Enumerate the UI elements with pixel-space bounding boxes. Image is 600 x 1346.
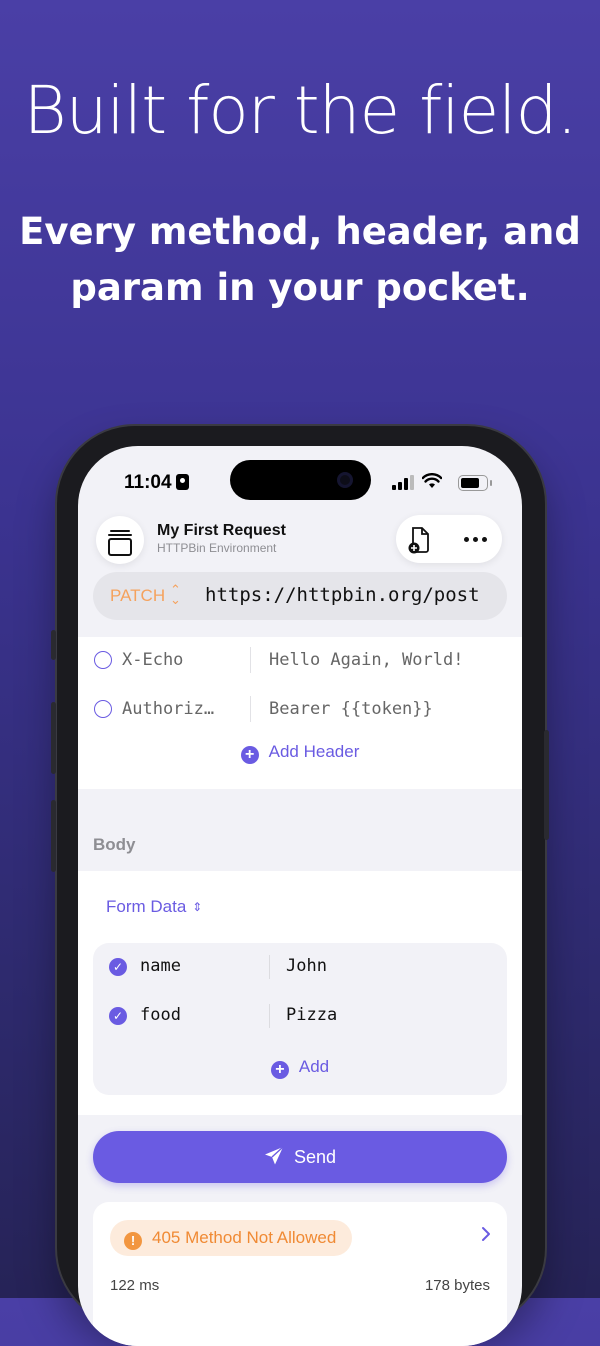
send-label: Send	[293, 1147, 337, 1167]
phone-volume-down	[51, 800, 56, 872]
checkmark-icon[interactable]: ✓	[109, 1007, 127, 1025]
status-time-text: 11:04	[124, 472, 172, 493]
add-param-label: Add	[298, 1057, 330, 1076]
collections-button[interactable]	[96, 516, 144, 564]
add-header-label: Add Header	[268, 742, 360, 761]
method-chevron-icon: ⌃ ⌄	[170, 582, 181, 607]
status-icons	[392, 473, 492, 492]
phone-power-button	[544, 730, 549, 840]
send-icon	[264, 1146, 284, 1165]
response-size: 178 bytes	[424, 1277, 490, 1294]
dynamic-island	[230, 460, 371, 500]
battery-icon	[458, 475, 492, 491]
response-card[interactable]: ! 405 Method Not Allowed 122 ms 178 bytes	[93, 1202, 507, 1346]
param-key[interactable]: name	[140, 956, 181, 976]
camera-icon	[337, 472, 353, 488]
chevron-updown-icon: ⇕	[192, 900, 203, 914]
phone-mute-switch	[51, 630, 56, 660]
plus-circle-icon: +	[240, 746, 259, 764]
send-button[interactable]: Send	[93, 1131, 507, 1183]
header-toggle[interactable]	[94, 651, 112, 669]
add-header-button[interactable]: + Add Header	[78, 742, 522, 764]
chevron-right-icon[interactable]	[481, 1226, 491, 1242]
stack-icon	[108, 538, 132, 556]
url-bar[interactable]: PATCH ⌃ ⌄ https://httpbin.org/post	[93, 572, 507, 620]
more-options-icon[interactable]	[464, 537, 488, 543]
contact-badge-icon	[175, 474, 189, 490]
body-type-label: Form Data	[106, 897, 187, 916]
subheadline-line-1: Every method, header, and	[19, 210, 581, 253]
request-title: My First Request	[157, 522, 286, 539]
body-type-selector[interactable]: Form Data ⇕	[106, 897, 202, 917]
nav-actions	[396, 515, 502, 563]
headers-card: X-Echo Hello Again, World! Authoriz… Bea…	[78, 637, 522, 789]
response-time: 122 ms	[110, 1277, 160, 1294]
subheadline-line-2: param in your pocket.	[70, 266, 530, 309]
add-param-button[interactable]: + Add	[93, 1057, 507, 1079]
header-value[interactable]: Bearer {{token}}	[269, 699, 433, 719]
url-input[interactable]: https://httpbin.org/post	[205, 584, 480, 606]
header-row: X-Echo Hello Again, World!	[78, 637, 522, 685]
headline: Built for the field.	[23, 72, 578, 149]
param-value[interactable]: John	[286, 956, 327, 976]
new-document-icon[interactable]	[408, 526, 432, 554]
header-toggle[interactable]	[94, 700, 112, 718]
param-value[interactable]: Pizza	[286, 1005, 337, 1025]
phone-volume-up	[51, 702, 56, 774]
header-row: Authoriz… Bearer {{token}}	[78, 686, 522, 734]
method-selector[interactable]: PATCH	[110, 586, 165, 606]
params-list: ✓ name John ✓ food Pizza + Add	[93, 943, 507, 1095]
status-badge: ! 405 Method Not Allowed	[110, 1220, 353, 1256]
warning-icon: !	[124, 1232, 142, 1250]
param-row: ✓ food Pizza	[93, 992, 507, 1040]
signal-icon	[392, 474, 414, 490]
header-key[interactable]: X-Echo	[122, 650, 183, 670]
environment-name: HTTPBin Environment	[157, 541, 277, 555]
header-key[interactable]: Authoriz…	[122, 699, 214, 719]
wifi-icon	[422, 473, 442, 488]
checkmark-icon[interactable]: ✓	[109, 958, 127, 976]
body-section-label: Body	[93, 835, 136, 854]
param-row: ✓ name John	[93, 943, 507, 991]
subheadline: Every method, header, and param in your …	[0, 204, 600, 316]
status-text: 405 Method Not Allowed	[152, 1228, 337, 1247]
status-time: 11:04	[124, 472, 189, 494]
body-card: Form Data ⇕ ✓ name John ✓ food Pizza + Add	[78, 871, 522, 1115]
header-value[interactable]: Hello Again, World!	[269, 650, 463, 670]
param-key[interactable]: food	[140, 1005, 181, 1025]
plus-circle-icon: +	[270, 1061, 289, 1079]
phone-screen: 11:04 My First Request HTTPBin Environme…	[78, 446, 522, 1346]
